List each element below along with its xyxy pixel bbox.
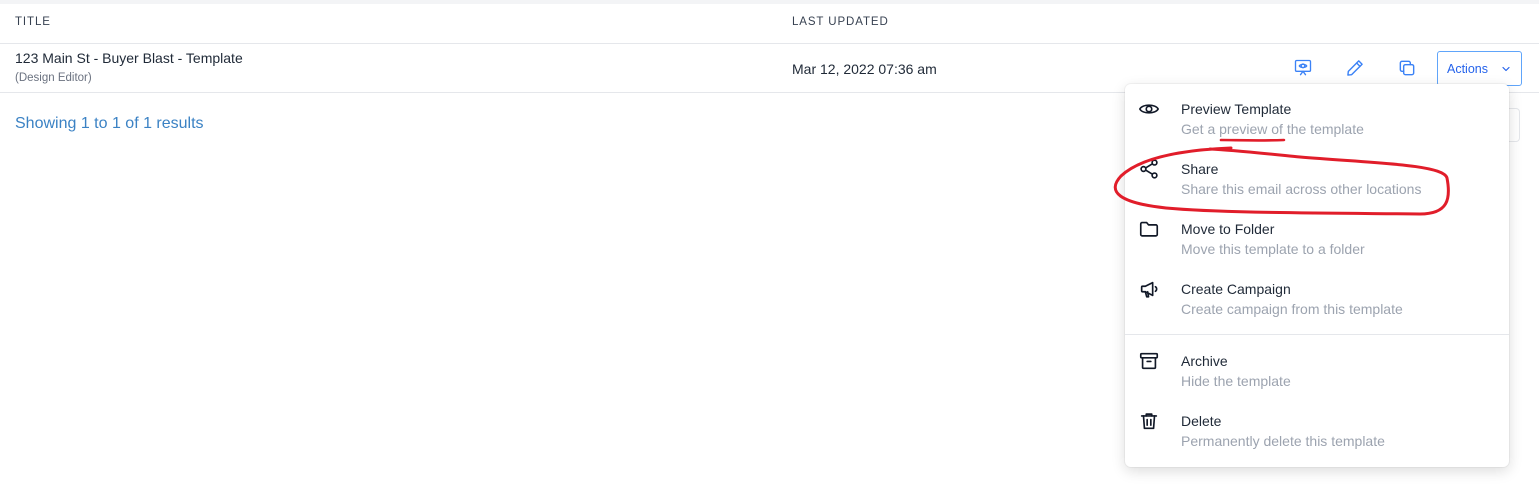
preview-monitor-icon[interactable] [1292,57,1314,79]
pagination-summary: Showing 1 to 1 of 1 results [15,115,204,132]
last-updated-value: Mar 12, 2022 07:36 am [792,61,937,77]
menu-item-description: Share this email across other locations [1181,181,1422,197]
menu-item-share[interactable]: Share Share this email across other loca… [1125,144,1509,204]
eye-icon [1138,98,1160,120]
duplicate-icon[interactable] [1396,57,1418,79]
menu-item-label: Preview Template [1181,101,1292,117]
column-header-title[interactable]: TITLE [15,16,51,28]
actions-label: Actions [1447,61,1488,76]
archive-icon [1138,350,1160,372]
menu-item-move-to-folder[interactable]: Move to Folder Move this template to a f… [1125,204,1509,264]
share-icon [1138,158,1160,180]
menu-item-description: Create campaign from this template [1181,301,1403,317]
edit-pencil-icon[interactable] [1344,57,1366,79]
menu-divider [1125,334,1509,335]
column-header-last-updated[interactable]: LAST UPDATED [792,16,889,28]
menu-item-label: Create Campaign [1181,281,1291,297]
menu-item-description: Get a preview of the template [1181,121,1364,137]
menu-item-archive[interactable]: Archive Hide the template [1125,336,1509,396]
menu-item-description: Permanently delete this template [1181,433,1385,449]
menu-item-create-campaign[interactable]: Create Campaign Create campaign from thi… [1125,264,1509,324]
menu-item-preview-template[interactable]: Preview Template Get a preview of the te… [1125,84,1509,144]
actions-dropdown-button[interactable]: Actions [1437,51,1522,86]
menu-item-delete[interactable]: Delete Permanently delete this template [1125,396,1509,456]
table-header: TITLE LAST UPDATED [0,4,1539,44]
template-title[interactable]: 123 Main St - Buyer Blast - Template [15,50,243,66]
template-editor-type: (Design Editor) [15,72,92,84]
menu-item-label: Delete [1181,413,1222,429]
trash-icon [1138,410,1160,432]
folder-icon [1138,218,1160,240]
menu-item-label: Share [1181,161,1219,177]
menu-item-label: Archive [1181,353,1228,369]
actions-menu: Preview Template Get a preview of the te… [1125,84,1509,467]
menu-item-label: Move to Folder [1181,221,1275,237]
menu-item-description: Hide the template [1181,373,1291,389]
menu-item-description: Move this template to a folder [1181,241,1365,257]
chevron-down-icon [1502,66,1510,71]
megaphone-icon [1138,278,1160,300]
